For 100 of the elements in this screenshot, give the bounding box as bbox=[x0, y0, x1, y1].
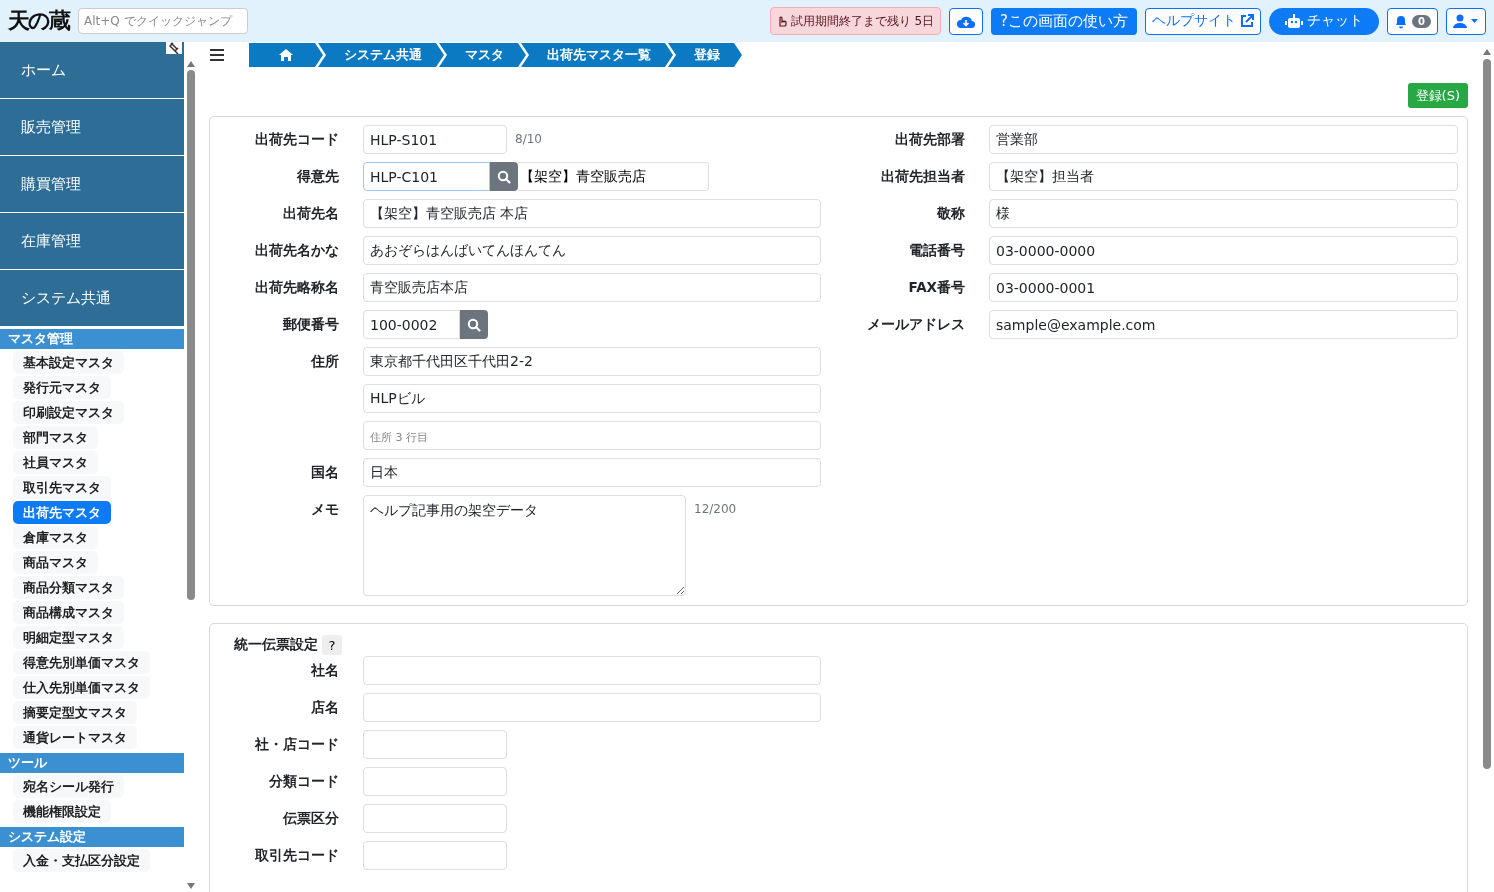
section-header: ツール bbox=[0, 753, 184, 773]
search-icon bbox=[467, 317, 481, 332]
user-menu-button[interactable] bbox=[1446, 7, 1486, 35]
search-button[interactable] bbox=[490, 162, 518, 191]
breadcrumb-item[interactable]: システム共通 bbox=[318, 43, 444, 67]
input-field[interactable]: 青空販売店本店 bbox=[363, 273, 821, 302]
help-site-button[interactable]: ヘルプサイト bbox=[1145, 7, 1262, 35]
section-header: システム設定 bbox=[0, 827, 184, 847]
pin-icon bbox=[166, 42, 182, 54]
logo[interactable]: 天の蔵 bbox=[8, 6, 70, 36]
scrollbar-thumb[interactable] bbox=[187, 70, 195, 600]
trial-notice: 試用期間終了まで残り 5日 bbox=[769, 7, 942, 35]
robot-icon bbox=[1285, 13, 1304, 29]
input-field[interactable]: 日本 bbox=[363, 458, 821, 487]
input-field[interactable] bbox=[363, 841, 507, 870]
input-field[interactable]: あおぞらはんばいてんほんてん bbox=[363, 236, 821, 265]
user-icon bbox=[1453, 14, 1479, 28]
input-field[interactable]: 住所 3 行目 bbox=[363, 421, 821, 450]
field-label: 郵便番号 bbox=[282, 315, 339, 334]
sidebar-item[interactable]: 商品マスタ bbox=[13, 551, 98, 574]
sidebar-item[interactable]: 宛名シール発行 bbox=[13, 775, 124, 798]
memo-field[interactable]: ヘルプ記事用の架空データ bbox=[363, 495, 686, 596]
sidebar-item[interactable]: 社員マスタ bbox=[13, 451, 98, 474]
breadcrumb-home[interactable] bbox=[249, 43, 323, 67]
field-label: 得意先 bbox=[296, 167, 339, 186]
input-field[interactable]: 【架空】担当者 bbox=[989, 162, 1458, 191]
input-field[interactable]: 営業部 bbox=[989, 125, 1458, 154]
breadcrumb-item[interactable]: マスタ bbox=[439, 43, 526, 67]
sidebar-item[interactable]: 摘要定型文マスタ bbox=[13, 701, 137, 724]
external-link-icon bbox=[1240, 14, 1255, 28]
field-label: 出荷先コード bbox=[254, 130, 339, 149]
input-field[interactable]: 【架空】青空販売店 本店 bbox=[363, 199, 821, 228]
sidebar-item[interactable]: 取引先マスタ bbox=[13, 476, 111, 499]
input-field[interactable]: HLPビル bbox=[363, 384, 821, 413]
sidebar-item[interactable]: 印刷設定マスタ bbox=[13, 401, 124, 424]
quick-jump-field[interactable]: Alt+Q でクイックジャンプ bbox=[78, 8, 248, 34]
field-label: 出荷先名 bbox=[282, 204, 339, 223]
field-label: 出荷先担当者 bbox=[880, 167, 965, 186]
input-field[interactable] bbox=[363, 730, 507, 759]
sidebar-item[interactable]: 部門マスタ bbox=[13, 426, 98, 449]
sidebar-item[interactable]: 発行元マスタ bbox=[13, 376, 111, 399]
menu-icon[interactable] bbox=[209, 48, 225, 62]
scroll-down-icon bbox=[186, 882, 196, 890]
field-label: 分類コード bbox=[268, 772, 339, 791]
input-field[interactable]: 様 bbox=[989, 199, 1458, 228]
help-button[interactable]: ?この画面の使い方 bbox=[991, 7, 1138, 35]
search-button[interactable] bbox=[460, 310, 488, 339]
input-field[interactable] bbox=[363, 767, 507, 796]
sidebar-item[interactable]: 商品分類マスタ bbox=[13, 576, 124, 599]
input-field[interactable]: HLP-C101 bbox=[363, 162, 490, 191]
main-menu-item[interactable]: 販売管理 bbox=[0, 99, 184, 156]
field-label: 社・店コード bbox=[254, 735, 339, 754]
sidebar-item[interactable]: 明細定型マスタ bbox=[13, 626, 124, 649]
main-menu-item[interactable]: 購買管理 bbox=[0, 156, 184, 213]
sidebar-item[interactable]: 入金・支払区分設定 bbox=[13, 849, 150, 872]
field-label: 伝票区分 bbox=[282, 809, 339, 828]
input-field[interactable]: 100-0002 bbox=[363, 310, 460, 339]
sidebar-item[interactable]: 仕入先別単価マスタ bbox=[13, 676, 150, 699]
input-field[interactable] bbox=[363, 693, 821, 722]
sidebar-item[interactable]: 基本設定マスタ bbox=[13, 351, 124, 374]
input-field[interactable]: 03-0000-0001 bbox=[989, 273, 1458, 302]
input-field[interactable] bbox=[363, 804, 507, 833]
field-label: 国名 bbox=[310, 463, 339, 482]
scrollbar-thumb[interactable] bbox=[1483, 59, 1491, 769]
field-label: FAX番号 bbox=[907, 278, 965, 297]
field-label: メールアドレス bbox=[866, 315, 965, 334]
chat-button[interactable]: チャット bbox=[1269, 7, 1380, 35]
sidebar-item[interactable]: 通貨レートマスタ bbox=[13, 726, 137, 749]
field-label: メモ bbox=[310, 500, 339, 519]
breadcrumb-item[interactable]: 出荷先マスタ一覧 bbox=[521, 43, 673, 67]
download-button[interactable] bbox=[949, 7, 984, 35]
sidebar-item[interactable]: 得意先別単価マスタ bbox=[13, 651, 150, 674]
scroll-up-icon bbox=[186, 60, 196, 68]
notifications-button[interactable]: 0 bbox=[1387, 7, 1438, 35]
sidebar-item[interactable]: 商品構成マスタ bbox=[13, 601, 124, 624]
main-menu-item[interactable]: 在庫管理 bbox=[0, 213, 184, 270]
sidebar-item[interactable]: 出荷先マスタ bbox=[13, 501, 111, 524]
character-counter: 8/10 bbox=[515, 131, 542, 148]
section-title: 統一伝票設定 bbox=[234, 636, 318, 654]
field-label: 電話番号 bbox=[908, 241, 965, 260]
name-field[interactable]: 【架空】青空販売店 bbox=[518, 162, 709, 191]
help-button[interactable]: ? bbox=[322, 635, 342, 655]
input-field[interactable]: 東京都千代田区千代田2-2 bbox=[363, 347, 821, 376]
search-icon bbox=[497, 169, 511, 184]
sidebar-item[interactable]: 機能権限設定 bbox=[13, 800, 111, 823]
main-menu-item[interactable]: システム共通 bbox=[0, 270, 184, 327]
breadcrumb-item[interactable]: 登録 bbox=[668, 43, 742, 67]
bell-icon bbox=[1394, 13, 1409, 29]
sidebar-item[interactable]: 倉庫マスタ bbox=[13, 526, 98, 549]
input-field[interactable]: sample@example.com bbox=[989, 310, 1458, 339]
home-icon bbox=[279, 49, 293, 61]
section-header: マスタ管理 bbox=[0, 329, 184, 349]
field-label: 店名 bbox=[310, 698, 339, 717]
main-menu-item[interactable]: ホーム bbox=[0, 42, 184, 99]
input-field[interactable]: HLP-S101 bbox=[363, 125, 507, 154]
field-label: 社名 bbox=[310, 661, 339, 680]
input-field[interactable]: 03-0000-0000 bbox=[989, 236, 1458, 265]
scroll-up-icon bbox=[1482, 48, 1492, 56]
field-label: 取引先コード bbox=[254, 846, 339, 865]
input-field[interactable] bbox=[363, 656, 821, 685]
